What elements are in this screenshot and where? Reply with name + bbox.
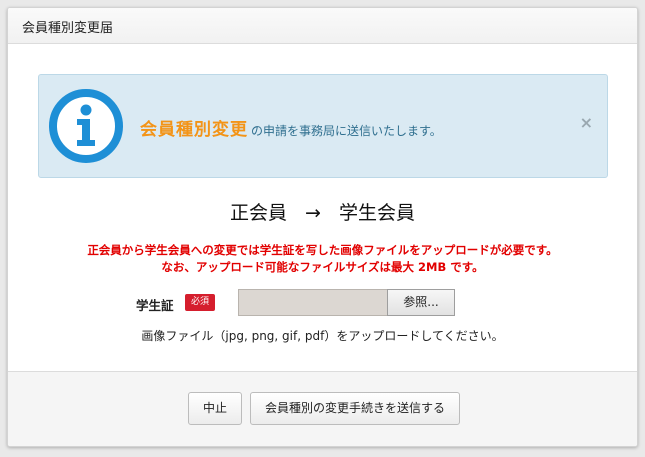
required-badge: 必須 xyxy=(185,294,215,311)
cancel-button[interactable]: 中止 xyxy=(188,392,242,425)
membership-change-summary: 正会員 → 学生会員 xyxy=(8,198,637,225)
alert-highlight: 会員種別変更 xyxy=(140,120,248,140)
info-alert: 会員種別変更 の申請を事務局に送信いたします。 × xyxy=(38,74,608,178)
file-help-text: 画像ファイル（jpg, png, gif, pdf）をアップロードしてください。 xyxy=(141,329,504,343)
warning-line-1: 正会員から学生会員への変更では学生証を写した画像ファイルをアップロードが必要です… xyxy=(87,243,558,257)
from-member-type: 正会員 xyxy=(229,202,287,224)
alert-body: の申請を事務局に送信いたします。 xyxy=(251,124,442,138)
upload-warning: 正会員から学生会員への変更では学生証を写した画像ファイルをアップロードが必要です… xyxy=(8,242,637,276)
modal-dialog: 会員種別変更届 会員種別変更 の申請を事務局に送信いたします。 × 正会員 → 学… xyxy=(7,7,638,447)
browse-button[interactable]: 参照... xyxy=(387,289,455,316)
warning-line-2: なお、アップロード可能なファイルサイズは最大 2MB です。 xyxy=(161,260,484,274)
submit-button[interactable]: 会員種別の変更手続きを送信する xyxy=(250,392,460,425)
alert-message: 会員種別変更 の申請を事務局に送信いたします。 xyxy=(140,115,442,140)
dialog-footer: 中止 会員種別の変更手続きを送信する xyxy=(8,371,637,446)
to-member-type: 学生会員 xyxy=(339,202,416,224)
info-icon xyxy=(49,89,123,163)
student-id-file-input[interactable]: 参照... xyxy=(238,289,455,316)
arrow-right-icon: → xyxy=(305,202,321,224)
close-icon[interactable]: × xyxy=(580,113,593,132)
dialog-header: 会員種別変更届 xyxy=(8,8,637,44)
dialog-title: 会員種別変更届 xyxy=(22,21,114,36)
student-id-label: 学生証 xyxy=(136,298,174,313)
